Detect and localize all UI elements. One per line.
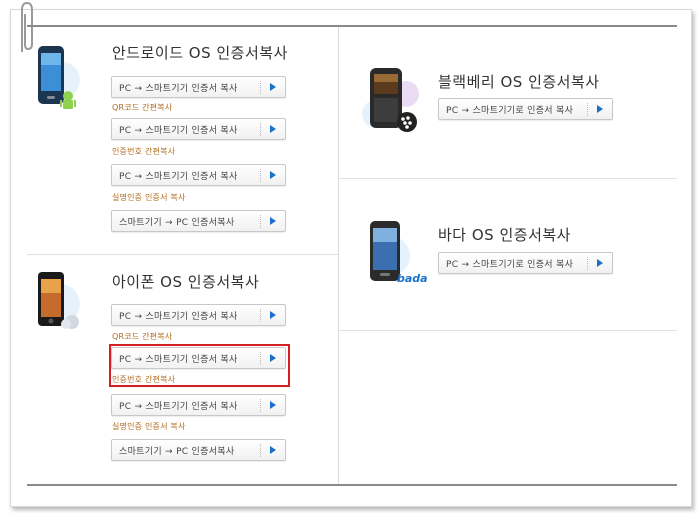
android-realname-caption: 실명인증 인증서 복사 bbox=[112, 193, 186, 202]
column-divider bbox=[338, 27, 339, 484]
button-label: PC → 스마트기기로 인증서 복사 bbox=[446, 260, 574, 270]
android-authcode-caption: 인증번호 간편복사 bbox=[112, 147, 176, 156]
iphone-device-to-pc-button[interactable]: 스마트기기 → PC 인증서복사 bbox=[111, 439, 286, 461]
blackberry-pc-to-device-button[interactable]: PC → 스마트기기로 인증서 복사 bbox=[438, 98, 613, 120]
play-arrow-icon bbox=[270, 83, 276, 91]
play-arrow-icon bbox=[270, 311, 276, 319]
iphone-qr-copy-button[interactable]: PC → 스마트기기 인증서 복사 bbox=[111, 304, 286, 326]
android-qr-copy-button[interactable]: PC → 스마트기기 인증서 복사 bbox=[111, 76, 286, 98]
bada-pc-to-device-button[interactable]: PC → 스마트기기로 인증서 복사 bbox=[438, 252, 613, 274]
iphone-realname-copy-button[interactable]: PC → 스마트기기 인증서 복사 bbox=[111, 394, 286, 416]
button-label: PC → 스마트기기 인증서 복사 bbox=[119, 126, 238, 136]
android-phone-icon bbox=[38, 46, 80, 109]
play-arrow-icon bbox=[597, 259, 603, 267]
iphone-qr-caption: QR코드 간편복사 bbox=[112, 332, 173, 341]
android-section-title: 안드로이드 OS 인증서복사 bbox=[112, 44, 288, 62]
button-label: PC → 스마트기기 인증서 복사 bbox=[119, 312, 238, 322]
bada-section-title: 바다 OS 인증서복사 bbox=[438, 226, 571, 244]
android-device-to-pc-button[interactable]: 스마트기기 → PC 인증서복사 bbox=[111, 210, 286, 232]
bada-logo: bada bbox=[397, 272, 428, 285]
left-section-divider bbox=[27, 254, 338, 255]
right-section-divider-2 bbox=[339, 330, 677, 331]
play-arrow-icon bbox=[270, 401, 276, 409]
top-rule bbox=[27, 25, 677, 27]
play-arrow-icon bbox=[270, 125, 276, 133]
android-realname-copy-button[interactable]: PC → 스마트기기 인증서 복사 bbox=[111, 164, 286, 186]
highlight-box bbox=[109, 344, 290, 387]
button-label: 스마트기기 → PC 인증서복사 bbox=[119, 218, 235, 228]
iphone-icon bbox=[38, 272, 80, 329]
blackberry-section-title: 블랙베리 OS 인증서복사 bbox=[438, 73, 600, 91]
blackberry-phone-icon bbox=[362, 68, 419, 132]
right-section-divider-1 bbox=[339, 178, 677, 179]
play-arrow-icon bbox=[270, 446, 276, 454]
android-qr-caption: QR코드 간편복사 bbox=[112, 103, 173, 112]
button-label: 스마트기기 → PC 인증서복사 bbox=[119, 447, 235, 457]
play-arrow-icon bbox=[597, 105, 603, 113]
bottom-rule bbox=[27, 484, 677, 486]
android-authcode-copy-button[interactable]: PC → 스마트기기 인증서 복사 bbox=[111, 118, 286, 140]
button-label: PC → 스마트기기 인증서 복사 bbox=[119, 84, 238, 94]
button-label: PC → 스마트기기 인증서 복사 bbox=[119, 172, 238, 182]
play-arrow-icon bbox=[270, 217, 276, 225]
button-label: PC → 스마트기기 인증서 복사 bbox=[119, 402, 238, 412]
iphone-section-title: 아이폰 OS 인증서복사 bbox=[112, 273, 260, 291]
button-label: PC → 스마트기기로 인증서 복사 bbox=[446, 106, 574, 116]
iphone-realname-caption: 실명인증 인증서 복사 bbox=[112, 422, 186, 431]
play-arrow-icon bbox=[270, 171, 276, 179]
